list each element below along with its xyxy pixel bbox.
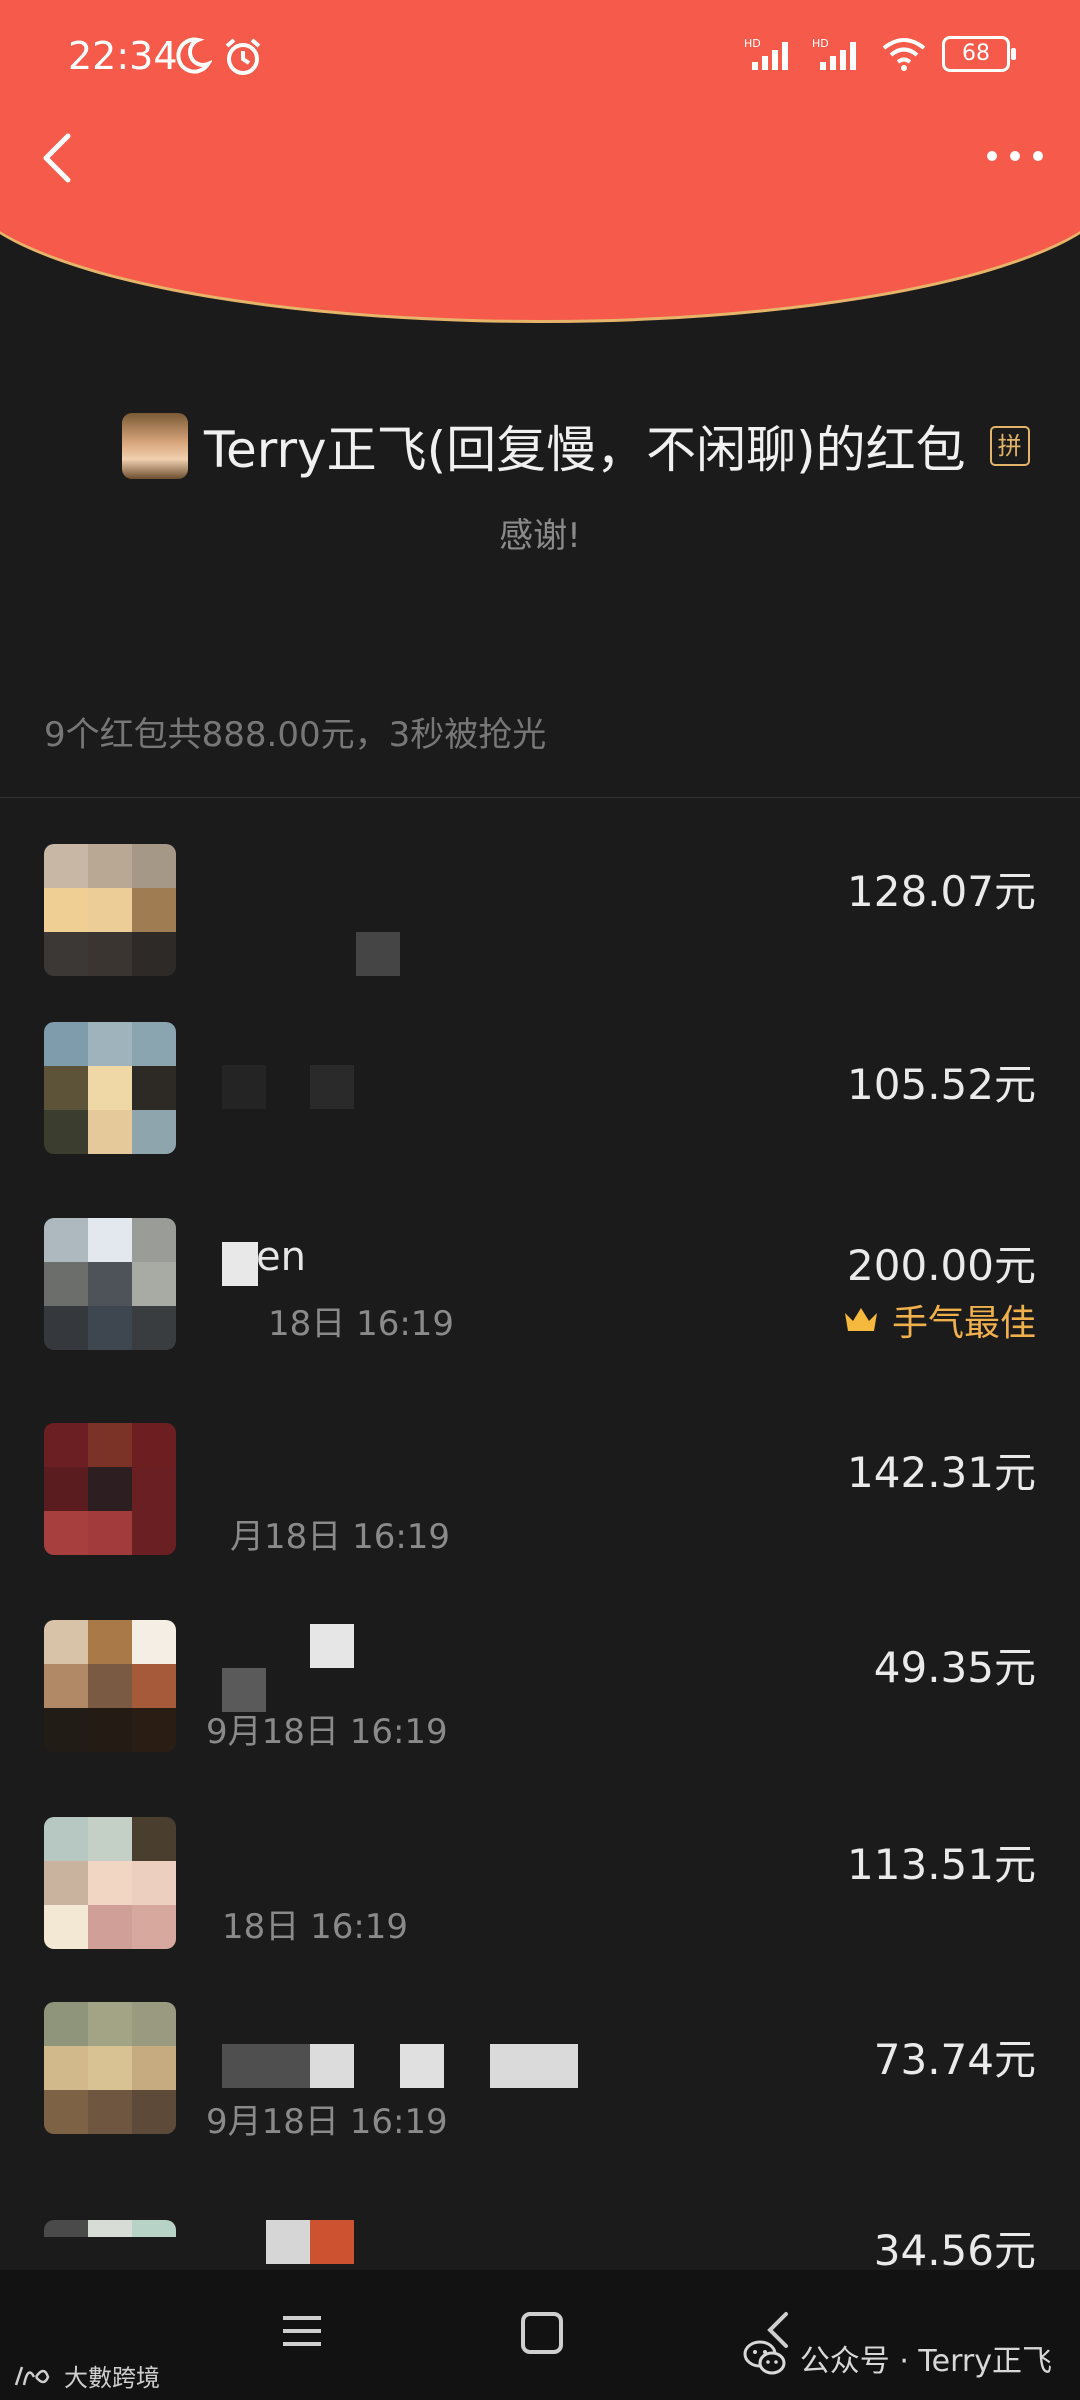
best-luck-label: 手气最佳 [891, 1303, 1036, 1344]
watermark-left: 大數跨境 [14, 2358, 160, 2393]
avatar[interactable] [44, 844, 176, 976]
avatar[interactable] [44, 1022, 176, 1154]
name-mosaic [356, 932, 400, 976]
divider [0, 797, 1080, 798]
status-time: 22:34 [68, 34, 178, 78]
brand-logo-icon [14, 2366, 50, 2385]
alarm-icon [225, 38, 261, 75]
name-mosaic [222, 1242, 258, 1286]
sender-avatar[interactable] [122, 413, 188, 479]
receive-time: 18日 16:19 [222, 1907, 409, 1947]
amount: 200.00元 [847, 1241, 1036, 1290]
pin-badge: 拼 [989, 426, 1030, 466]
watermark-right: 公众号 · Terry正飞 [742, 2336, 1052, 2380]
list-item[interactable]: 月18日 16:19 142.31元 [0, 1385, 1080, 1580]
hd-signal-icon: HD [744, 37, 788, 70]
receive-time: 9月18日 16:19 [206, 1712, 448, 1752]
avatar[interactable] [44, 2220, 176, 2270]
amount: 73.74元 [873, 2035, 1036, 2084]
amount: 34.56元 [873, 2226, 1036, 2275]
name-mosaic [222, 2044, 310, 2088]
sender-row: Terry正飞(回复慢，不闲聊)的红包 拼 [122, 410, 1030, 482]
name-mosaic [310, 2044, 354, 2088]
status-bar: 22:34 HD HD 68 [0, 0, 1080, 120]
amount: 142.31元 [847, 1448, 1036, 1497]
amount: 105.52元 [847, 1060, 1036, 1109]
envelope-summary: 9个红包共888.00元，3秒被抢光 [44, 715, 547, 755]
blessing-text: 感谢! [499, 516, 581, 556]
watermark-right-text: 公众号 · Terry正飞 [799, 2344, 1052, 2379]
list-item[interactable]: 9月18日 16:19 49.35元 [0, 1580, 1080, 1775]
name-mosaic [310, 1065, 354, 1109]
menu-icon[interactable] [283, 2314, 321, 2348]
status-right-group: HD HD 68 [744, 36, 1016, 72]
watermark-left-text: 大數跨境 [64, 2364, 160, 2392]
receive-time: 月18日 16:19 [230, 1517, 451, 1557]
wechat-icon [743, 2340, 786, 2375]
more-options-button[interactable] [980, 136, 1050, 176]
name-mosaic [310, 2220, 354, 2264]
avatar[interactable] [44, 1620, 176, 1752]
crown-icon [844, 1308, 877, 1331]
recipient-name: en [256, 1234, 306, 1280]
sender-name: Terry正飞(回复慢，不闲聊)的红包 [204, 421, 966, 479]
name-mosaic [490, 2044, 578, 2088]
amount: 49.35元 [873, 1643, 1036, 1692]
avatar[interactable] [44, 1423, 176, 1555]
list-item[interactable]: 9月18日 16:19 73.74元 [0, 1970, 1080, 2165]
name-mosaic [222, 1065, 266, 1109]
avatar[interactable] [44, 2002, 176, 2134]
amount: 128.07元 [847, 867, 1036, 916]
list-item[interactable]: 18日 16:19 113.51元 [0, 1775, 1080, 1970]
moon-icon [176, 37, 212, 74]
name-mosaic [400, 2044, 444, 2088]
list-item[interactable]: 105.52元 [0, 995, 1080, 1190]
system-navigation-bar [0, 2270, 1080, 2400]
amount: 113.51元 [847, 1840, 1036, 1889]
receive-time: 18日 16:19 [268, 1304, 455, 1344]
receive-time: 9月18日 16:19 [206, 2102, 448, 2142]
list-item[interactable]: en 18日 16:19 200.00元 手气最佳 [0, 1190, 1080, 1385]
list-item[interactable]: 128.07元 [0, 800, 1080, 995]
avatar[interactable] [44, 1218, 176, 1350]
avatar[interactable] [44, 1817, 176, 1949]
hd-signal-icon: HD [812, 37, 856, 70]
svg-text:HD: HD [744, 37, 761, 50]
battery-icon: 68 [942, 36, 1016, 72]
best-luck-badge: 手气最佳 [842, 1294, 1036, 1346]
home-icon[interactable] [521, 2312, 563, 2354]
name-mosaic [310, 1624, 354, 1668]
svg-text:HD: HD [812, 37, 829, 50]
wifi-icon [882, 38, 926, 71]
name-mosaic [266, 2220, 310, 2264]
back-button[interactable] [30, 128, 90, 188]
